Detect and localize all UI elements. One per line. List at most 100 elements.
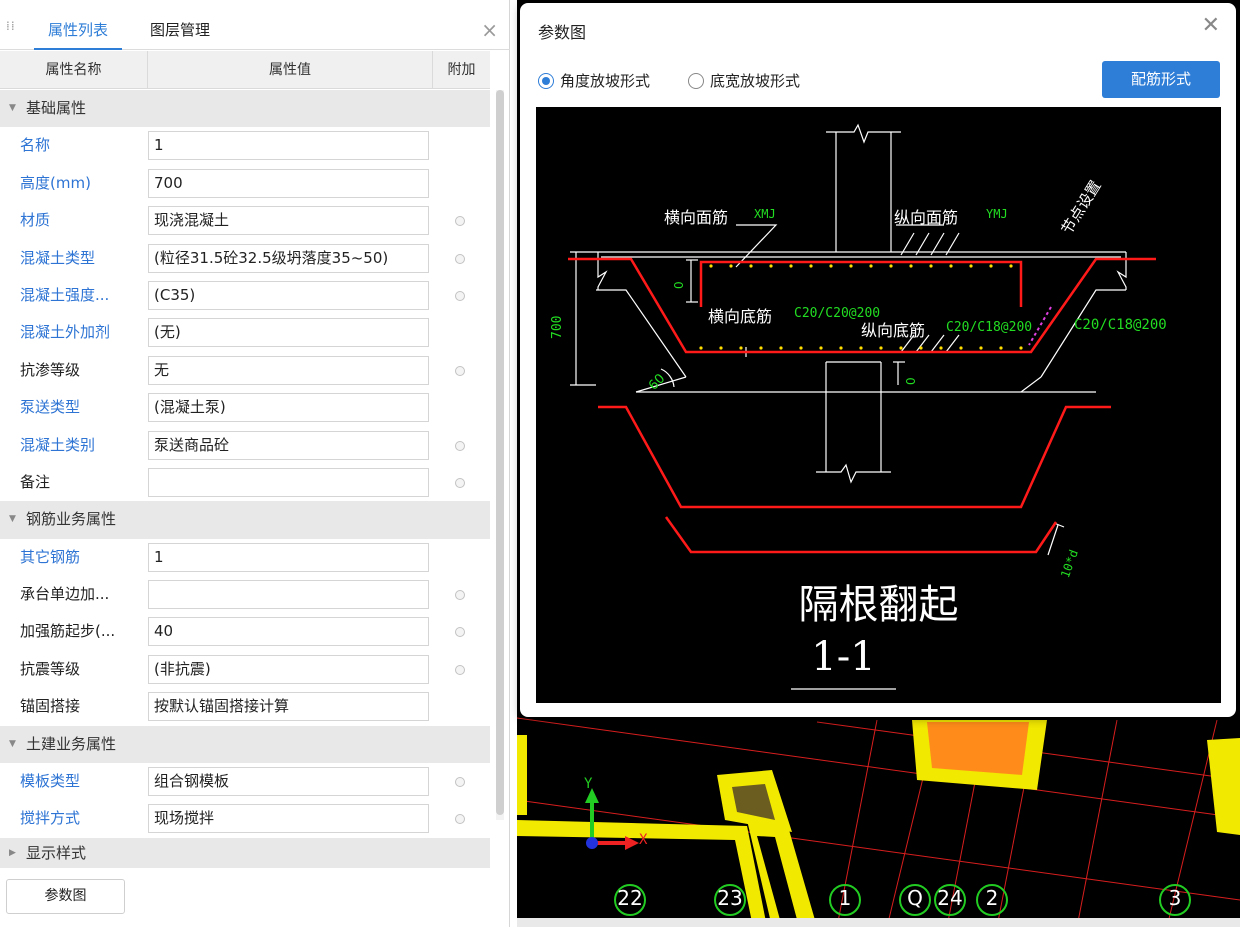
group-display-style[interactable]: ▶ 显示样式: [0, 837, 490, 868]
property-value-field[interactable]: 现场搅拌: [148, 804, 429, 834]
property-row: 承台单边加...: [0, 576, 490, 613]
property-value-field[interactable]: 泵送商品砼: [148, 430, 429, 460]
property-name: 搅拌方式: [20, 809, 81, 828]
code-top-transverse: XMJ: [754, 207, 776, 221]
property-value-field[interactable]: 700: [148, 168, 429, 198]
radio-angle-slope[interactable]: 角度放坡形式: [538, 71, 650, 91]
property-name: 混凝土类别: [20, 435, 96, 454]
drawing-caption: 隔根翻起: [798, 582, 959, 628]
dialog-title: 参数图: [538, 23, 587, 42]
property-panel: ⁞⁞ 属性列表 图层管理 × 属性名称 属性值 附加 ▼ 基础属性 名称 1 高…: [0, 0, 510, 927]
property-name: 抗震等级: [20, 659, 81, 678]
close-icon[interactable]: ×: [481, 10, 498, 50]
label-bottom-transverse: 横向底筋: [708, 307, 773, 326]
tab-property-list[interactable]: 属性列表: [34, 10, 123, 50]
expand-arrow-icon[interactable]: ▶: [9, 838, 16, 868]
group-label: 钢筋业务属性: [26, 510, 117, 529]
property-value-field[interactable]: (C35): [148, 280, 429, 310]
attach-checkbox[interactable]: [455, 627, 465, 638]
property-name: 混凝土外加剂: [20, 323, 111, 342]
tab-layer-management[interactable]: 图层管理: [136, 10, 224, 50]
property-name: 其它钢筋: [20, 547, 81, 566]
property-row: 混凝土强度... (C35): [0, 277, 490, 314]
property-row: 高度(mm) 700: [0, 165, 490, 202]
group-civil-properties[interactable]: ▼ 土建业务属性: [0, 725, 490, 764]
axis-x-label: X: [639, 832, 648, 848]
property-row: 模板类型 组合钢模板: [0, 763, 490, 800]
property-value-field[interactable]: 按默认锚固搭接计算: [148, 692, 429, 722]
property-value-field[interactable]: (无): [148, 318, 429, 348]
radio-unselected-icon[interactable]: [688, 73, 704, 89]
column-header-name: 属性名称: [0, 51, 148, 89]
property-row: 混凝土类别 泵送商品砼: [0, 427, 490, 464]
property-value-field[interactable]: (粒径31.5砼32.5级坍落度35~50): [148, 243, 429, 273]
rebar-form-button[interactable]: 配筋形式: [1102, 61, 1220, 98]
radio-width-slope[interactable]: 底宽放坡形式: [688, 71, 800, 91]
property-value-field[interactable]: 现浇混凝土: [148, 206, 429, 236]
column-header-attach: 附加: [447, 62, 476, 78]
property-value-field[interactable]: 1: [148, 131, 429, 161]
dimension-top-offset: 0: [672, 281, 686, 289]
property-name: 泵送类型: [20, 398, 81, 417]
property-name: 材质: [20, 211, 51, 230]
property-grid: ▼ 基础属性 名称 1 高度(mm) 700 材质 现浇混凝土 混凝土类型 (粒…: [0, 90, 490, 868]
grid-label: Q: [907, 886, 923, 910]
property-value-field[interactable]: [148, 580, 429, 610]
property-value-field[interactable]: 40: [148, 617, 429, 647]
property-value-field[interactable]: (混凝土泵): [148, 393, 429, 423]
drag-handle-icon[interactable]: ⁞⁞: [6, 20, 16, 38]
collapse-arrow-icon[interactable]: ▼: [9, 90, 16, 127]
property-row: 泵送类型 (混凝土泵): [0, 389, 490, 426]
grid-label: 1: [838, 886, 852, 910]
property-name: 锚固搭接: [20, 697, 81, 716]
property-row: 抗震等级 (非抗震): [0, 651, 490, 688]
attach-checkbox[interactable]: [455, 440, 465, 451]
collapse-arrow-icon[interactable]: ▼: [9, 726, 16, 763]
dimension-height: 700: [550, 315, 565, 339]
scrollbar-thumb[interactable]: [496, 90, 504, 815]
parameter-diagram-button[interactable]: 参数图: [6, 879, 125, 914]
scrollbar[interactable]: [496, 90, 504, 820]
property-row: 其它钢筋 1: [0, 539, 490, 576]
label-bottom-longitudinal: 纵向底筋: [861, 321, 926, 340]
attach-checkbox[interactable]: [455, 290, 465, 301]
close-icon[interactable]: ✕: [1202, 13, 1220, 38]
panel-tabs: ⁞⁞ 属性列表 图层管理 ×: [0, 10, 510, 50]
group-basic-properties[interactable]: ▼ 基础属性: [0, 90, 490, 128]
property-row: 材质 现浇混凝土: [0, 202, 490, 239]
code-top-longitudinal: YMJ: [986, 207, 1008, 221]
attach-checkbox[interactable]: [455, 777, 465, 788]
property-name: 混凝土类型: [20, 248, 96, 267]
attach-checkbox[interactable]: [455, 477, 465, 488]
section-label: 1-1: [811, 634, 876, 680]
property-value-field[interactable]: (非抗震): [148, 654, 429, 684]
label-top-longitudinal: 纵向面筋: [894, 208, 959, 227]
property-name: 加强筋起步(...: [20, 622, 116, 641]
group-rebar-properties[interactable]: ▼ 钢筋业务属性: [0, 501, 490, 539]
attach-checkbox[interactable]: [455, 253, 465, 264]
property-name: 抗渗等级: [20, 360, 81, 379]
attach-checkbox[interactable]: [455, 814, 465, 825]
property-value-field[interactable]: [148, 467, 429, 497]
property-row: 混凝土类型 (粒径31.5砼32.5级坍落度35~50): [0, 240, 490, 277]
grid-label: 23: [717, 886, 743, 910]
property-row: 加强筋起步(... 40: [0, 613, 490, 650]
property-value-field[interactable]: 组合钢模板: [148, 767, 429, 797]
section-drawing: 横向面筋 XMJ 纵向面筋 YMJ 节点设置 横向底筋 C20/C20@200 …: [536, 107, 1221, 703]
property-row: 名称 1: [0, 127, 490, 164]
radio-selected-icon[interactable]: [538, 73, 554, 89]
grid-header: 属性名称 属性值 附加: [0, 51, 490, 89]
status-bar: [517, 918, 1240, 927]
value-right-rebar: C20/C18@200: [1074, 317, 1167, 333]
property-name: 模板类型: [20, 772, 81, 791]
attach-checkbox[interactable]: [455, 590, 465, 601]
attach-checkbox[interactable]: [455, 664, 465, 675]
value-bottom-longitudinal: C20/C18@200: [946, 320, 1033, 335]
collapse-arrow-icon[interactable]: ▼: [9, 501, 16, 538]
property-value-field[interactable]: 无: [148, 355, 429, 385]
parameter-dialog: 参数图 ✕ 角度放坡形式 底宽放坡形式 配筋形式 横向面筋 XMJ 纵向面筋 Y…: [520, 3, 1236, 717]
property-value-field[interactable]: 1: [148, 542, 429, 572]
attach-checkbox[interactable]: [455, 365, 465, 376]
attach-checkbox[interactable]: [455, 216, 465, 227]
radio-label: 角度放坡形式: [560, 72, 651, 90]
